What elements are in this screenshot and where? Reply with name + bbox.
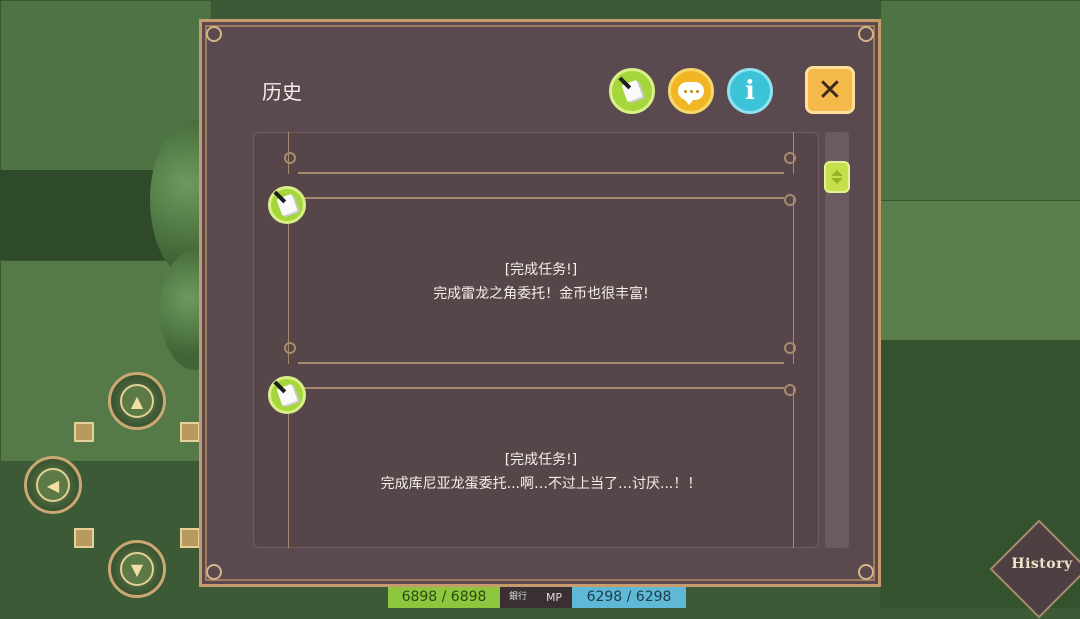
quest-paper-icon: [276, 193, 298, 217]
status-mid-label: 銀行: [500, 587, 536, 608]
entry-divider: [298, 362, 784, 364]
scrollbar-thumb[interactable]: [824, 161, 850, 193]
quest-entry-icon: [268, 186, 306, 224]
info-icon: i: [745, 76, 755, 106]
entry-message: 完成雷龙之角委托！金币也很丰富!: [433, 286, 649, 302]
status-bar: 6898 / 6898 銀行 MP 6298 / 6298: [388, 587, 686, 608]
quest-entry-icon: [268, 376, 306, 414]
grass-tile: [880, 0, 1080, 202]
hp-value: 6898 / 6898: [388, 587, 500, 608]
scroll-up-icon: [831, 170, 843, 176]
arrow-down-icon: ▼: [120, 552, 154, 586]
grass-tile: [880, 200, 1080, 342]
arrow-left-icon: ◀: [36, 468, 70, 502]
corner-ornament: [858, 26, 874, 42]
history-button-label: History: [1011, 556, 1073, 572]
quest-filter-button[interactable]: [609, 68, 655, 114]
dpad-up-button[interactable]: ▲: [108, 372, 166, 430]
info-button[interactable]: i: [727, 68, 773, 114]
chat-bubble-icon: [678, 82, 704, 105]
entry-divider: [298, 387, 784, 389]
close-icon: ✕: [817, 72, 843, 108]
chat-filter-button[interactable]: [668, 68, 714, 114]
dpad-corner-icon: [180, 528, 200, 548]
dialog-title: 历史: [262, 80, 302, 104]
dpad-left-button[interactable]: ◀: [24, 456, 82, 514]
dpad-corner-icon: [74, 422, 94, 442]
frame-curl: [784, 384, 796, 396]
entry-message: 完成库尼亚龙蛋委托...啊…不过上当了…讨厌...！！: [380, 476, 702, 492]
scroll-down-icon: [831, 178, 843, 184]
frame-curl: [784, 194, 796, 206]
close-button[interactable]: ✕: [805, 66, 855, 114]
entry-heading: [完成任务!]: [504, 262, 578, 278]
scrollbar-track[interactable]: [825, 132, 849, 548]
corner-ornament: [206, 564, 222, 580]
quest-paper-icon: [276, 383, 298, 407]
frame-curl: [284, 342, 296, 354]
entry-frame: [288, 132, 794, 174]
entry-divider: [298, 197, 784, 199]
corner-ornament: [206, 26, 222, 42]
dpad-down-button[interactable]: ▼: [108, 540, 166, 598]
frame-curl: [784, 152, 796, 164]
frame-curl: [284, 152, 296, 164]
arrow-up-icon: ▲: [120, 384, 154, 418]
entry-heading: [完成任务!]: [504, 452, 578, 468]
frame-curl: [784, 342, 796, 354]
mp-value: 6298 / 6298: [572, 587, 686, 608]
corner-ornament: [858, 564, 874, 580]
entry-divider: [298, 172, 784, 174]
mp-label: MP: [536, 587, 572, 608]
dpad-corner-icon: [180, 422, 200, 442]
quest-paper-icon: [621, 79, 643, 103]
dpad-corner-icon: [74, 528, 94, 548]
